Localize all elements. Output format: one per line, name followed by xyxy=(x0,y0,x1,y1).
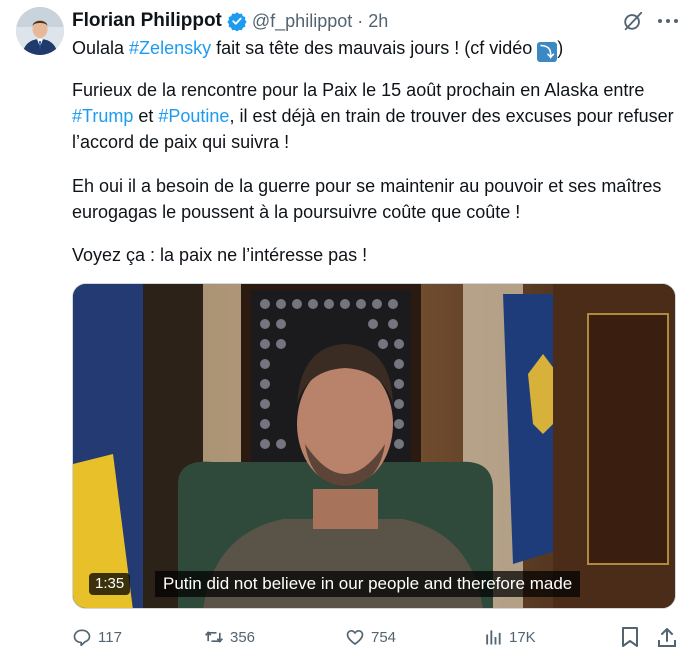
tweet-text-para2-line1: Furieux de la rencontre pour la Paix le … xyxy=(72,80,645,100)
hashtag-poutine[interactable]: #Poutine xyxy=(158,106,229,126)
text-segment: fait sa tête des mauvais jours ! (cf vid… xyxy=(211,38,538,58)
hashtag-zelensky[interactable]: #Zelensky xyxy=(129,38,211,58)
like-button[interactable]: 754 xyxy=(345,622,396,652)
tweet-text-para2-line2: #Trump et #Poutine, il est déjà en train… xyxy=(72,103,684,130)
repost-button[interactable]: 356 xyxy=(204,622,255,652)
hashtag-trump[interactable]: #Trump xyxy=(72,106,133,126)
tweet-text-para2-line3: l’accord de paix qui suivra ! xyxy=(72,132,290,152)
reply-button[interactable]: 117 xyxy=(72,622,122,652)
avatar[interactable] xyxy=(16,7,64,55)
tweet-card[interactable]: Florian Philippot @f_philippot · 2h Oula… xyxy=(0,0,696,663)
repost-icon xyxy=(205,631,223,643)
arrow-down-emoji-icon: ⤵ xyxy=(537,42,558,62)
views-button[interactable]: 17K xyxy=(483,622,536,652)
reply-icon xyxy=(73,629,91,647)
text-segment: Oulala xyxy=(72,38,130,58)
text-segment: , il est déjà en train de trouver des ex… xyxy=(229,106,674,126)
tweet-text-para4: Voyez ça : la paix ne l’intéresse pas ! xyxy=(72,245,368,265)
views-count: 17K xyxy=(509,628,536,646)
header-separator: · xyxy=(357,10,364,31)
share-icon[interactable] xyxy=(656,626,678,648)
verified-badge-icon xyxy=(227,11,247,32)
tweet-actions-bar: 117 356 754 17K xyxy=(72,622,682,652)
tweet-header: Florian Philippot @f_philippot · 2h xyxy=(72,9,388,33)
video-duration-badge: 1:35 xyxy=(89,573,131,595)
like-count: 754 xyxy=(371,628,397,646)
more-icon[interactable] xyxy=(655,10,681,32)
tweet-timestamp[interactable]: 2h xyxy=(368,11,388,32)
grok-icon[interactable] xyxy=(622,10,644,32)
author-handle[interactable]: @f_philippot xyxy=(252,11,352,32)
tweet-text-para3-line1: Eh oui il a besoin de la guerre pour se … xyxy=(72,176,662,196)
bookmark-icon[interactable] xyxy=(620,626,640,648)
reply-count: 117 xyxy=(98,628,122,646)
tweet-text-line-1: Oulala #Zelensky fait sa tête des mauvai… xyxy=(72,35,684,62)
text-segment: ) xyxy=(557,38,564,58)
video-player[interactable]: 1:35 Putin did not believe in our people… xyxy=(72,283,676,609)
tweet-text-para3-line2: eurogagas le poussent à la poursuivre co… xyxy=(72,202,521,222)
repost-count: 356 xyxy=(230,628,256,646)
like-icon xyxy=(346,630,364,645)
video-subtitle: Putin did not believe in our people and … xyxy=(155,571,581,597)
views-icon xyxy=(486,630,501,645)
text-segment: et xyxy=(133,106,159,126)
author-name[interactable]: Florian Philippot xyxy=(72,10,222,32)
video-frame-image xyxy=(73,284,675,608)
